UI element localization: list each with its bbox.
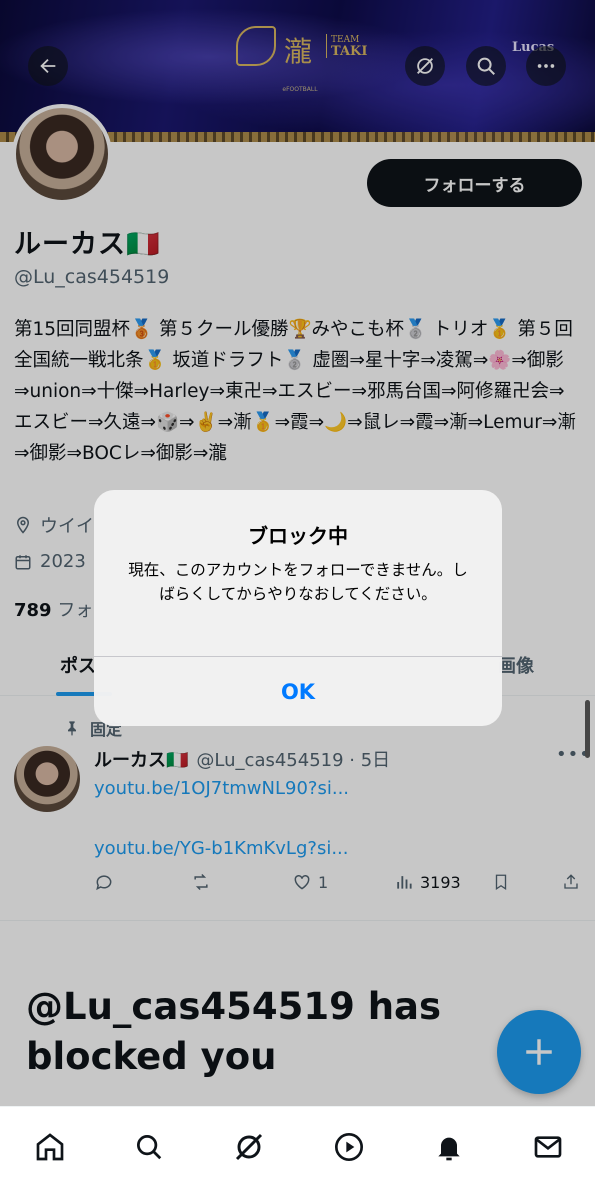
- nav-notifications[interactable]: [431, 1129, 467, 1165]
- nav-messages[interactable]: [530, 1129, 566, 1165]
- nav-search[interactable]: [131, 1129, 167, 1165]
- bottom-navigation: [0, 1106, 595, 1200]
- bell-icon: [438, 1137, 460, 1161]
- grok-icon: [235, 1133, 263, 1161]
- nav-home[interactable]: [32, 1129, 68, 1165]
- blocked-alert-dialog: ブロック中 現在、このアカウントをフォローできません。しばらくしてからやりなおし…: [94, 490, 502, 726]
- mail-icon: [534, 1136, 562, 1158]
- alert-message: 現在、このアカウントをフォローできません。しばらくしてからやりなおしてください。: [128, 561, 468, 603]
- search-icon: [137, 1135, 162, 1160]
- nav-video[interactable]: [331, 1129, 367, 1165]
- alert-ok-button[interactable]: OK: [94, 657, 502, 726]
- alert-title: ブロック中: [248, 524, 348, 548]
- home-icon: [36, 1133, 64, 1161]
- nav-grok[interactable]: [231, 1129, 267, 1165]
- video-play-icon: [335, 1133, 363, 1161]
